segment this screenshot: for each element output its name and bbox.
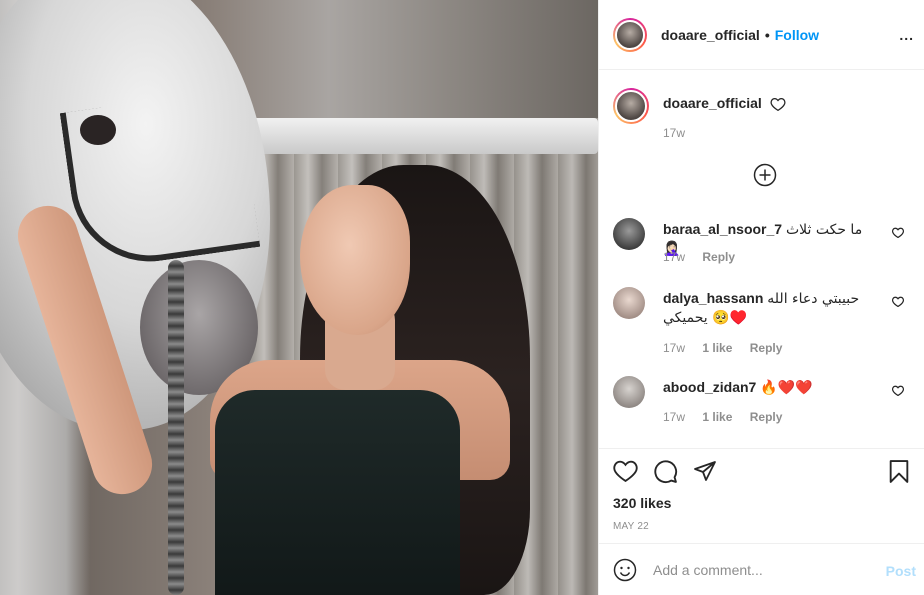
reply-button[interactable]: Reply — [702, 250, 735, 264]
verified-heart-icon — [770, 98, 786, 112]
comment-meta: 17w 1 like Reply — [663, 410, 796, 424]
post-button[interactable]: Post — [886, 563, 916, 579]
share-icon[interactable] — [693, 459, 717, 483]
photo-rail — [250, 118, 598, 154]
heart-icon[interactable] — [892, 227, 904, 238]
heart-icon[interactable] — [892, 296, 904, 307]
comment-like-count[interactable]: 1 like — [702, 341, 732, 355]
photo-face — [300, 185, 410, 335]
emoji-icon[interactable] — [613, 558, 637, 582]
follow-button[interactable]: Follow — [775, 27, 819, 43]
photo-lead-chain — [168, 260, 184, 595]
heart-icon[interactable] — [892, 385, 904, 396]
like-count[interactable]: 320 likes — [613, 495, 671, 511]
caption-avatar[interactable] — [613, 88, 649, 124]
comment-text: abood_zidan7 🔥❤️❤️ — [663, 378, 863, 397]
comment-time[interactable]: 17w — [663, 410, 685, 424]
comment-time[interactable]: 17w — [663, 341, 685, 355]
post-date[interactable]: MAY 22 — [613, 521, 649, 532]
photo-top — [215, 390, 460, 595]
comment-avatar[interactable] — [613, 218, 645, 250]
comment-input[interactable] — [653, 558, 873, 582]
caption-username[interactable]: doaare_official — [663, 95, 762, 111]
comment-username[interactable]: dalya_hassann — [663, 290, 763, 306]
comment-text: dalya_hassann حبيبتي دعاء الله يحميكي 🥺♥… — [663, 289, 863, 327]
post-dialog: doaare_official • Follow ... doaare_offi… — [0, 0, 924, 595]
reply-button[interactable]: Reply — [750, 410, 783, 424]
comment-meta: 17w 1 like Reply — [663, 341, 796, 355]
comment-avatar[interactable] — [613, 287, 645, 319]
comment-meta: 17w Reply — [663, 250, 749, 264]
comments-section: doaare_official 17w baraa_al_nsoor_7 ما … — [599, 70, 924, 448]
header-username[interactable]: doaare_official — [661, 27, 760, 43]
action-buttons — [613, 459, 910, 487]
comment-username[interactable]: baraa_al_nsoor_7 — [663, 221, 782, 237]
comment-username[interactable]: abood_zidan7 — [663, 379, 756, 395]
comment-icon[interactable] — [653, 459, 678, 484]
comment-like-count[interactable]: 1 like — [702, 410, 732, 424]
reply-button[interactable]: Reply — [750, 341, 783, 355]
header-separator: • — [764, 26, 770, 43]
avatar[interactable] — [613, 17, 647, 52]
post-header: doaare_official • Follow ... — [599, 0, 924, 70]
comment-body: 🔥❤️❤️ — [760, 380, 813, 396]
post-sidebar: doaare_official • Follow ... doaare_offi… — [598, 0, 924, 595]
comment-avatar[interactable] — [613, 376, 645, 408]
plus-circle-icon[interactable] — [753, 163, 777, 187]
caption-time[interactable]: 17w — [663, 126, 685, 140]
more-icon[interactable]: ... — [899, 27, 914, 43]
post-actions: 320 likes MAY 22 — [599, 448, 924, 543]
heart-icon[interactable] — [613, 459, 638, 482]
bookmark-icon[interactable] — [888, 459, 910, 484]
add-comment-bar: Post — [599, 543, 924, 595]
caption-body: doaare_official — [663, 95, 786, 112]
comment-time[interactable]: 17w — [663, 250, 685, 264]
post-photo[interactable] — [0, 0, 598, 595]
